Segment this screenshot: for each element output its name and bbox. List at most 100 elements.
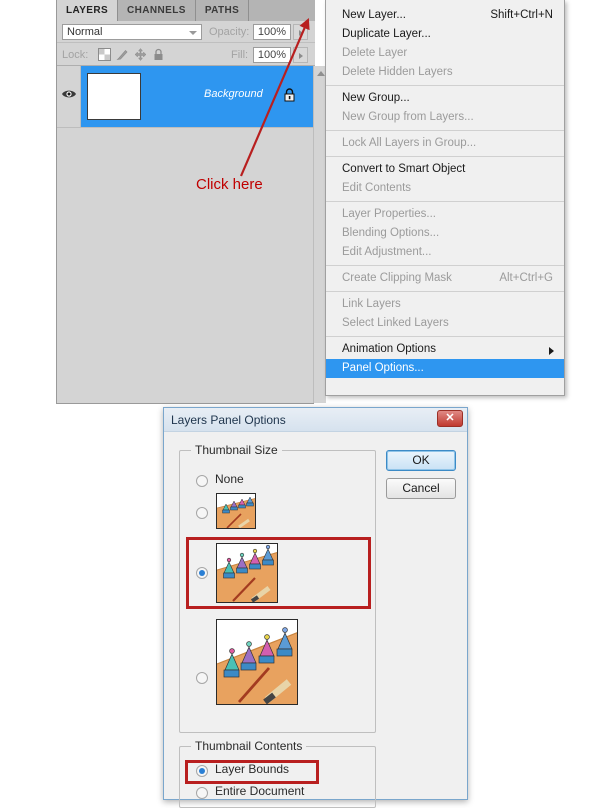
menu-item-layer-properties: Layer Properties...: [326, 205, 564, 224]
tab-paths[interactable]: PATHS: [195, 0, 250, 21]
menu-item-label: Edit Adjustment...: [342, 246, 432, 258]
menu-item-new-layer[interactable]: New Layer... Shift+Ctrl+N: [326, 6, 564, 25]
fill-label: Fill:: [231, 49, 249, 61]
thumbnail-preview-medium[interactable]: [216, 543, 278, 603]
layers-panel-flyout-menu: New Layer... Shift+Ctrl+N Duplicate Laye…: [325, 0, 565, 396]
menu-item-new-group-from-layers: New Group from Layers...: [326, 108, 564, 127]
cancel-button[interactable]: Cancel: [386, 478, 456, 499]
menu-item-duplicate-layer[interactable]: Duplicate Layer...: [326, 25, 564, 44]
thumbnail-contents-title: Thumbnail Contents: [191, 739, 307, 753]
menu-separator: [326, 265, 564, 266]
lock-image-pixels-icon[interactable]: [116, 48, 129, 61]
menu-item-shortcut: Shift+Ctrl+N: [490, 9, 553, 21]
fill-input[interactable]: 100%: [253, 47, 291, 63]
menu-item-label: Animation Options: [342, 343, 436, 355]
layer-visibility-cell[interactable]: [57, 66, 81, 127]
menu-separator: [326, 130, 564, 131]
radio-thumbnail-none-label: None: [215, 472, 244, 486]
menu-separator: [326, 201, 564, 202]
eye-icon[interactable]: [61, 88, 77, 100]
layer-locked-icon: [284, 88, 295, 102]
tab-channels-label: CHANNELS: [127, 5, 186, 16]
menu-item-link-layers: Link Layers: [326, 295, 564, 314]
tab-layers-label: LAYERS: [66, 5, 109, 16]
ok-button[interactable]: OK: [386, 450, 456, 471]
chevron-down-icon: [189, 31, 197, 35]
menu-item-edit-contents: Edit Contents: [326, 179, 564, 198]
menu-item-label: Delete Hidden Layers: [342, 66, 453, 78]
menu-item-label: New Group from Layers...: [342, 111, 474, 123]
menu-item-label: Link Layers: [342, 298, 401, 310]
menu-item-label: Delete Layer: [342, 47, 408, 59]
radio-thumbnail-large[interactable]: [196, 672, 208, 684]
radio-layer-bounds[interactable]: [196, 765, 208, 777]
lock-position-icon[interactable]: [134, 48, 147, 61]
layer-list: Background: [57, 66, 313, 403]
menu-separator: [326, 336, 564, 337]
menu-item-label: Convert to Smart Object: [342, 163, 466, 175]
thumbnail-size-title: Thumbnail Size: [191, 443, 282, 457]
panel-tab-strip: LAYERS CHANNELS PATHS: [57, 0, 315, 21]
radio-thumbnail-none[interactable]: [196, 475, 208, 487]
opacity-label: Opacity:: [209, 26, 250, 38]
thumbnail-size-groupbox: Thumbnail Size None: [179, 443, 376, 733]
layers-panel: LAYERS CHANNELS PATHS Normal Opacity: 10…: [56, 0, 372, 404]
menu-item-panel-options[interactable]: Panel Options...: [326, 359, 564, 378]
lock-label: Lock:: [62, 49, 89, 61]
menu-item-new-group[interactable]: New Group...: [326, 89, 564, 108]
menu-item-blending-options: Blending Options...: [326, 224, 564, 243]
radio-layer-bounds-label: Layer Bounds: [215, 762, 290, 776]
thumbnail-contents-groupbox: Thumbnail Contents Layer Bounds Entire D…: [179, 739, 376, 808]
table-row[interactable]: Background: [57, 66, 313, 128]
menu-item-delete-hidden-layers: Delete Hidden Layers: [326, 63, 564, 82]
radio-entire-document-label: Entire Document: [215, 784, 305, 798]
menu-item-label: Blending Options...: [342, 227, 440, 239]
fill-stepper[interactable]: [293, 47, 308, 63]
dialog-titlebar[interactable]: Layers Panel Options ✕: [164, 408, 467, 432]
menu-item-label: New Group...: [342, 92, 410, 104]
radio-entire-document[interactable]: [196, 787, 208, 799]
radio-thumbnail-small[interactable]: [196, 507, 208, 519]
click-here-label: Click here: [196, 176, 263, 193]
lock-all-icon[interactable]: [152, 48, 165, 61]
menu-item-label: Edit Contents: [342, 182, 412, 194]
lock-row: Lock: Fill: 100%: [57, 43, 315, 66]
menu-item-create-clipping-mask: Create Clipping Mask Alt+Ctrl+G: [326, 269, 564, 288]
thumbnail-preview-small[interactable]: [216, 493, 256, 529]
menu-item-shortcut: Alt+Ctrl+G: [499, 272, 553, 284]
menu-separator: [326, 291, 564, 292]
menu-item-delete-layer: Delete Layer: [326, 44, 564, 63]
stepper-arrow-icon: [299, 53, 303, 59]
blend-mode-value: Normal: [67, 26, 103, 38]
menu-separator: [326, 156, 564, 157]
stepper-arrow-icon: [299, 30, 303, 36]
blend-mode-row: Normal Opacity: 100%: [57, 21, 315, 43]
layer-thumbnail[interactable]: [87, 73, 141, 120]
thumbnail-preview-large[interactable]: [216, 619, 298, 705]
layer-name-label[interactable]: Background: [204, 88, 263, 100]
tab-channels[interactable]: CHANNELS: [118, 0, 196, 21]
menu-item-select-linked-layers: Select Linked Layers: [326, 314, 564, 333]
menu-separator: [326, 85, 564, 86]
chevron-right-icon: [549, 347, 554, 355]
opacity-input[interactable]: 100%: [253, 24, 291, 40]
thumbnail-medium-highlight-box: [186, 537, 371, 609]
menu-item-convert-to-smart-object[interactable]: Convert to Smart Object: [326, 160, 564, 179]
blend-mode-select[interactable]: Normal: [62, 24, 202, 40]
layers-panel-options-dialog: Layers Panel Options ✕ Thumbnail Size No…: [163, 407, 468, 808]
menu-item-label: New Layer...: [342, 9, 406, 21]
menu-item-lock-all-layers-in-group: Lock All Layers in Group...: [326, 134, 564, 153]
menu-item-label: Lock All Layers in Group...: [342, 137, 477, 149]
menu-item-animation-options[interactable]: Animation Options: [326, 340, 564, 359]
menu-item-edit-adjustment: Edit Adjustment...: [326, 243, 564, 262]
menu-item-label: Select Linked Layers: [342, 317, 449, 329]
menu-item-label: Duplicate Layer...: [342, 28, 431, 40]
menu-item-label: Create Clipping Mask: [342, 272, 452, 284]
opacity-stepper[interactable]: [293, 24, 308, 40]
scroll-up-arrow-icon[interactable]: [317, 71, 325, 76]
lock-transparent-pixels-icon[interactable]: [98, 48, 111, 61]
dialog-body: Thumbnail Size None Thumbnail Contents L…: [164, 432, 467, 808]
tab-layers[interactable]: LAYERS: [57, 0, 119, 21]
radio-thumbnail-medium[interactable]: [196, 567, 208, 579]
close-icon[interactable]: ✕: [437, 410, 463, 427]
